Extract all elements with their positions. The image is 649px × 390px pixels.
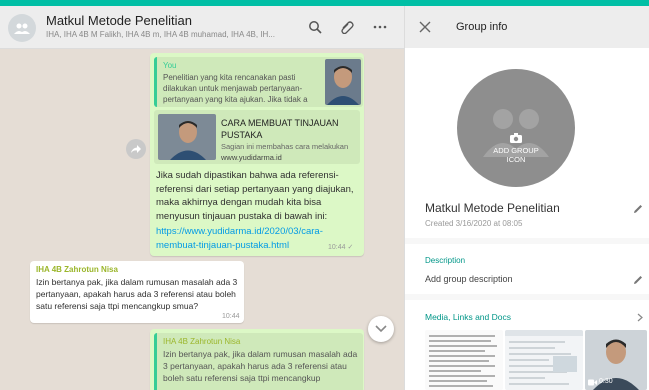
- link-preview-card[interactable]: CARA MEMBUAT TINJAUAN PUSTAKA Sagian ini…: [154, 110, 360, 164]
- group-silhouette-icon: [483, 109, 549, 157]
- message-time: 10:44: [222, 313, 240, 320]
- link-preview-description: Sagian ini membahas cara melakukan: [221, 142, 349, 151]
- outgoing-message[interactable]: You Penelitian yang kita rencanakan past…: [150, 53, 364, 256]
- chevron-down-icon: [375, 325, 387, 333]
- add-group-icon-button[interactable]: ADD GROUP ICON: [457, 69, 575, 187]
- media-links-docs-label[interactable]: Media, Links and Docs: [425, 312, 511, 322]
- message-time: 10:44 ✓: [328, 244, 354, 251]
- quoted-message[interactable]: IHA 4B Zahrotun Nisa Izin bertanya pak, …: [154, 333, 363, 390]
- description-label: Description: [425, 256, 466, 265]
- message-text: Izin bertanya pak, jika dalam rumusan ma…: [36, 277, 238, 311]
- chat-header[interactable]: Matkul Metode Penelitian IHA, IHA 4B M F…: [0, 6, 404, 49]
- camera-icon: [510, 133, 522, 143]
- group-info-pane: Group info ADD GROUP ICON Matkul Metode …: [404, 6, 649, 390]
- group-info-header: Group info: [405, 6, 649, 48]
- description-value[interactable]: Add group description: [425, 274, 513, 284]
- incoming-message[interactable]: IHA 4B Zahrotun Nisa Izin bertanya pak, …: [30, 261, 244, 323]
- quote-author: IHA 4B Zahrotun Nisa: [163, 337, 241, 346]
- group-avatar-icon: [14, 23, 30, 34]
- group-avatar[interactable]: [8, 14, 36, 42]
- quote-author: You: [163, 61, 177, 70]
- message-list[interactable]: You Penelitian yang kita rencanakan past…: [0, 49, 404, 390]
- edit-description-pencil-icon[interactable]: [633, 275, 643, 285]
- message-text: Jika sudah dipastikan bahwa ada referens…: [156, 170, 354, 222]
- scroll-to-bottom-button[interactable]: [368, 316, 394, 342]
- group-profile-section: ADD GROUP ICON Matkul Metode Penelitian …: [405, 48, 649, 238]
- group-info-title: Group info: [456, 21, 508, 33]
- quote-text: Penelitian yang kita rencanakan pasti di…: [163, 73, 308, 104]
- media-links-docs-section[interactable]: Media, Links and Docs 0:30: [405, 300, 649, 390]
- chat-title: Matkul Metode Penelitian: [46, 13, 192, 28]
- message-sender[interactable]: IHA 4B Zahrotun Nisa: [36, 265, 118, 274]
- outgoing-reply-message[interactable]: IHA 4B Zahrotun Nisa Izin bertanya pak, …: [150, 329, 364, 390]
- description-section[interactable]: Description Add group description: [405, 244, 649, 294]
- message-link[interactable]: https://www.yudidarma.id/2020/03/cara-me…: [156, 225, 328, 252]
- group-created-date: Created 3/16/2020 at 08:05: [425, 219, 523, 228]
- more-options-icon[interactable]: [371, 18, 389, 36]
- quote-text: Izin bertanya pak, jika dalam rumusan ma…: [163, 349, 358, 383]
- forward-icon[interactable]: [126, 139, 146, 159]
- chat-participants: IHA, IHA 4B M Falikh, IHA 4B m, IHA 4B m…: [46, 30, 275, 39]
- edit-name-pencil-icon[interactable]: [633, 204, 643, 214]
- group-name: Matkul Metode Penelitian: [425, 201, 560, 215]
- media-thumbnail-webpage[interactable]: [505, 330, 583, 390]
- media-thumbnail-video[interactable]: 0:30: [585, 330, 647, 390]
- link-preview-title: CARA MEMBUAT TINJAUAN PUSTAKA: [221, 118, 339, 140]
- add-group-icon-label: ADD GROUP ICON: [493, 146, 539, 164]
- close-icon[interactable]: [419, 18, 437, 36]
- chat-pane: Matkul Metode Penelitian IHA, IHA 4B M F…: [0, 6, 404, 390]
- media-thumbnail-document[interactable]: [425, 330, 503, 390]
- attach-icon[interactable]: [338, 18, 356, 36]
- chevron-right-icon[interactable]: [637, 313, 643, 322]
- video-duration: 0:30: [599, 378, 613, 385]
- link-preview-thumbnail: [158, 114, 216, 160]
- quote-photo-thumbnail: [325, 59, 361, 105]
- video-camera-icon: [588, 379, 597, 386]
- search-icon[interactable]: [306, 18, 324, 36]
- link-preview-domain: www.yudidarma.id: [221, 153, 282, 162]
- quoted-message[interactable]: You Penelitian yang kita rencanakan past…: [154, 57, 363, 107]
